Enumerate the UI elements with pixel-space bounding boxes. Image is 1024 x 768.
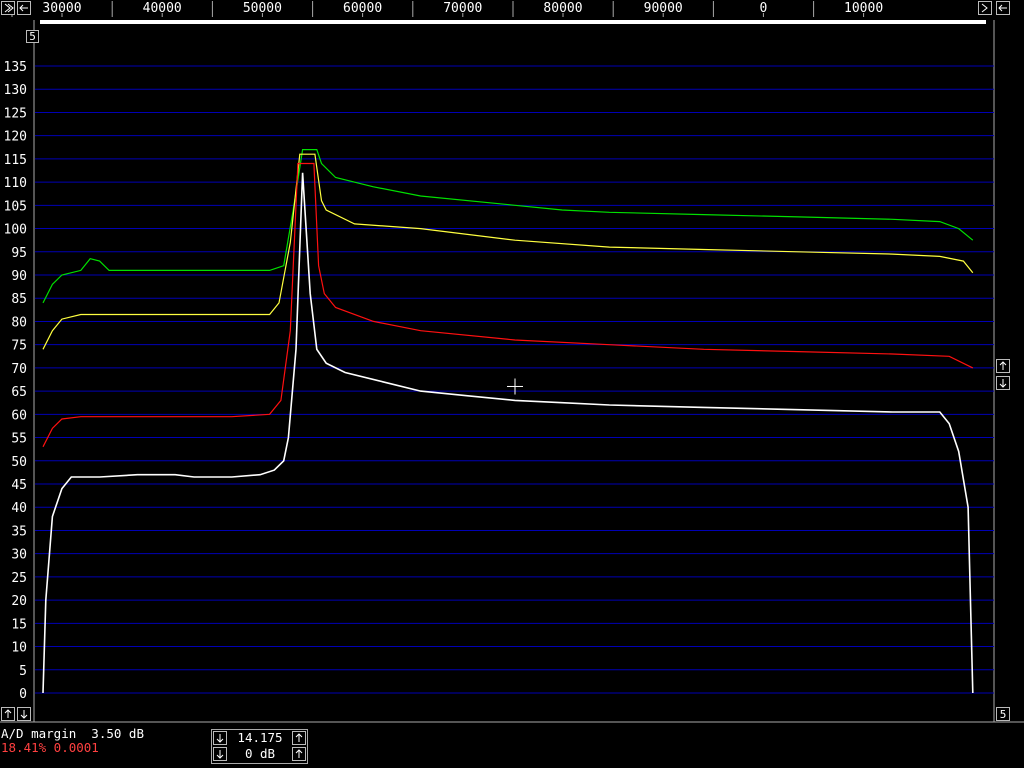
bottom-left-down-button[interactable]	[17, 707, 31, 721]
ctrl-value-1: 14.175	[237, 730, 283, 745]
y-tick-label: 45	[11, 478, 27, 493]
chart-background	[0, 0, 1024, 768]
y-tick-label: 120	[4, 130, 27, 145]
y-tick-label: 135	[4, 60, 27, 75]
arrow-down-icon	[20, 710, 28, 719]
y-tick-label: 40	[11, 501, 27, 516]
bottom-left-up-button[interactable]	[1, 707, 15, 721]
top-right-arrow-button[interactable]	[978, 1, 992, 15]
ctrl-up-button[interactable]	[292, 731, 306, 745]
y-tick-label: 115	[4, 153, 27, 168]
y-tick-label: 105	[4, 199, 27, 214]
y-tick-label: 85	[11, 292, 27, 307]
y-tick-label: 130	[4, 83, 27, 98]
arrow-up-icon	[295, 733, 303, 742]
y-tick-label: 35	[11, 524, 27, 539]
arrow-left-icon	[998, 4, 1007, 12]
y-tick-label: 95	[11, 246, 27, 261]
ctrl-up-button-2[interactable]	[292, 747, 306, 761]
ctrl-down-button[interactable]	[213, 731, 227, 745]
y-tick-label: 55	[11, 432, 27, 447]
right-up-button[interactable]	[996, 359, 1010, 373]
top-right-back-button[interactable]	[996, 1, 1010, 15]
y-tick-label: 5	[19, 664, 27, 679]
y-tick-label: 100	[4, 223, 27, 238]
ad-margin-text: A/D margin 3.50 dB	[1, 726, 144, 741]
spectrum-chart[interactable]: 0510152025303540455055606570758085909510…	[0, 0, 1024, 768]
y-tick-label: 30	[11, 548, 27, 563]
chevron-right-icon	[981, 3, 988, 13]
y-tick-label: 70	[11, 362, 27, 377]
y-tick-label: 0	[19, 687, 27, 702]
y-tick-label: 60	[11, 408, 27, 423]
y-tick-label: 15	[11, 617, 27, 632]
arrow-down-icon	[216, 734, 224, 743]
arrow-up-icon	[295, 749, 303, 758]
y-tick-label: 125	[4, 106, 27, 121]
arrow-down-icon	[216, 750, 224, 759]
y-tick-label: 25	[11, 571, 27, 586]
y-tick-label: 80	[11, 315, 27, 330]
arrow-up-icon	[4, 709, 12, 718]
y-tick-label: 75	[11, 339, 27, 354]
right-down-button[interactable]	[996, 376, 1010, 390]
top-left-back-button[interactable]	[17, 1, 31, 15]
ctrl-value-2: 0 dB	[244, 746, 276, 761]
top-left-arrow-button[interactable]	[1, 1, 15, 15]
y-tick-label: 110	[4, 176, 27, 191]
y-tick-label: 65	[11, 385, 27, 400]
y-tick-label: 20	[11, 594, 27, 609]
chevron-right-icon	[4, 3, 14, 13]
arrow-left-icon	[19, 4, 28, 12]
status-percent-text: 18.41% 0.0001	[1, 740, 99, 755]
y-tick-label: 90	[11, 269, 27, 284]
arrow-up-icon	[999, 361, 1007, 370]
y-tick-label: 50	[11, 455, 27, 470]
y-tick-label: 10	[11, 641, 27, 656]
ctrl-down-button-2[interactable]	[213, 747, 227, 761]
bottom-right-box[interactable]: 5	[996, 707, 1010, 721]
top-left-box[interactable]: 5	[26, 30, 39, 43]
arrow-down-icon	[999, 379, 1007, 388]
